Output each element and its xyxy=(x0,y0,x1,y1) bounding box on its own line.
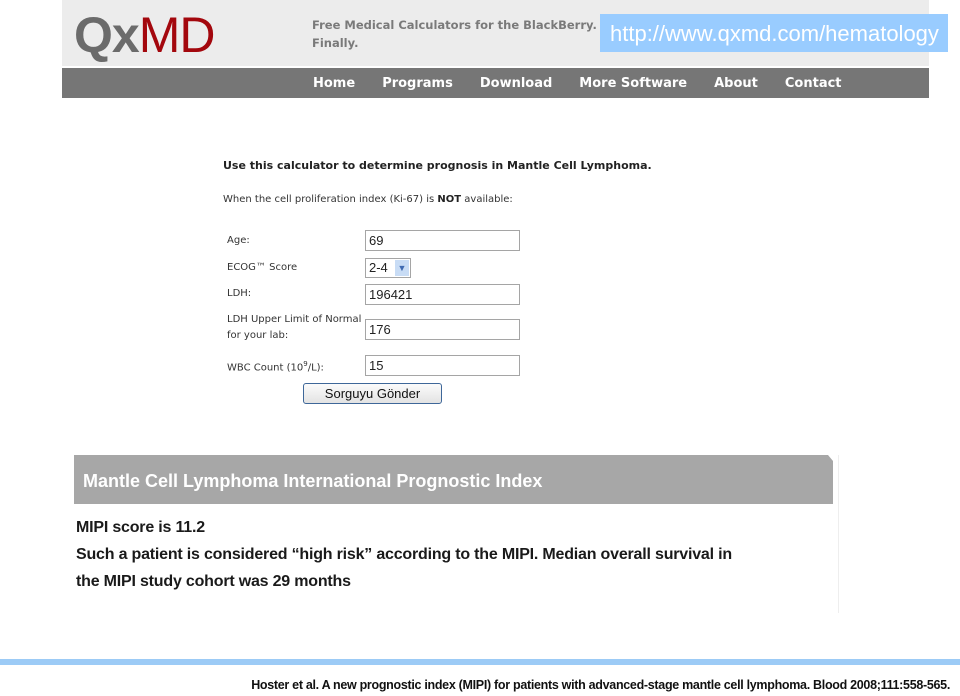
ldh-uln-label-line2: for your lab: xyxy=(227,330,289,341)
tagline-line2: Finally. xyxy=(312,36,359,50)
submit-button[interactable]: Sorguyu Gönder xyxy=(303,383,442,404)
logo-md: MD xyxy=(138,7,216,63)
nav-home[interactable]: Home xyxy=(313,68,355,99)
mipi-score: MIPI score is 11.2 xyxy=(76,519,205,536)
age-input[interactable]: 69 xyxy=(365,230,520,251)
age-label: Age: xyxy=(227,235,250,246)
tagline: Free Medical Calculators for the BlackBe… xyxy=(312,16,597,52)
chevron-down-icon[interactable]: ▼ xyxy=(395,260,409,276)
ldh-input[interactable]: 196421 xyxy=(365,284,520,305)
ecog-label: ECOG™ Score xyxy=(227,262,298,273)
nav-programs[interactable]: Programs xyxy=(382,68,453,99)
risk-statement: Such a patient is considered “high risk”… xyxy=(76,546,732,563)
wbc-label-suffix: /L): xyxy=(307,362,324,374)
ldh-label: LDH: xyxy=(227,288,252,299)
wbc-label-prefix: WBC Count (10 xyxy=(227,362,304,374)
subintro-after: available: xyxy=(461,194,513,205)
nav-more-software[interactable]: More Software xyxy=(579,68,687,99)
nav-bar: Home Programs Download More Software Abo… xyxy=(62,68,929,98)
ldh-uln-label-line1: LDH Upper Limit of Normal xyxy=(227,314,362,325)
result-title: Mantle Cell Lymphoma International Progn… xyxy=(74,455,833,504)
tagline-line1: Free Medical Calculators for the BlackBe… xyxy=(312,18,597,32)
url-banner: http://www.qxmd.com/hematology xyxy=(600,14,948,52)
result-panel: Mantle Cell Lymphoma International Progn… xyxy=(74,455,839,613)
subintro-bold: NOT xyxy=(437,194,462,205)
ecog-value: 2-4 xyxy=(369,260,388,275)
subintro-before: When the cell proliferation index (Ki-67… xyxy=(223,194,438,205)
qxmd-logo[interactable]: QxMD xyxy=(74,6,216,64)
nav-contact[interactable]: Contact xyxy=(785,68,842,99)
ldh-uln-label: LDH Upper Limit of Normal for your lab: xyxy=(227,312,361,344)
logo-qx: Qx xyxy=(74,7,140,63)
calculator-intro: Use this calculator to determine prognos… xyxy=(223,159,652,172)
nav-about[interactable]: About xyxy=(714,68,758,99)
ldh-uln-input[interactable]: 176 xyxy=(365,319,520,340)
calculator-subintro: When the cell proliferation index (Ki-67… xyxy=(223,194,513,205)
citation: Hoster et al. A new prognostic index (MI… xyxy=(251,678,950,692)
survival-statement: the MIPI study cohort was 29 months xyxy=(76,573,351,590)
wbc-label: WBC Count (109/L): xyxy=(227,356,324,376)
site-header: QxMD Free Medical Calculators for the Bl… xyxy=(62,0,948,66)
nav-download[interactable]: Download xyxy=(480,68,552,99)
wbc-input[interactable]: 15 xyxy=(365,355,520,376)
ecog-select[interactable]: 2-4 ▼ xyxy=(365,258,411,278)
divider-bar xyxy=(0,659,960,665)
